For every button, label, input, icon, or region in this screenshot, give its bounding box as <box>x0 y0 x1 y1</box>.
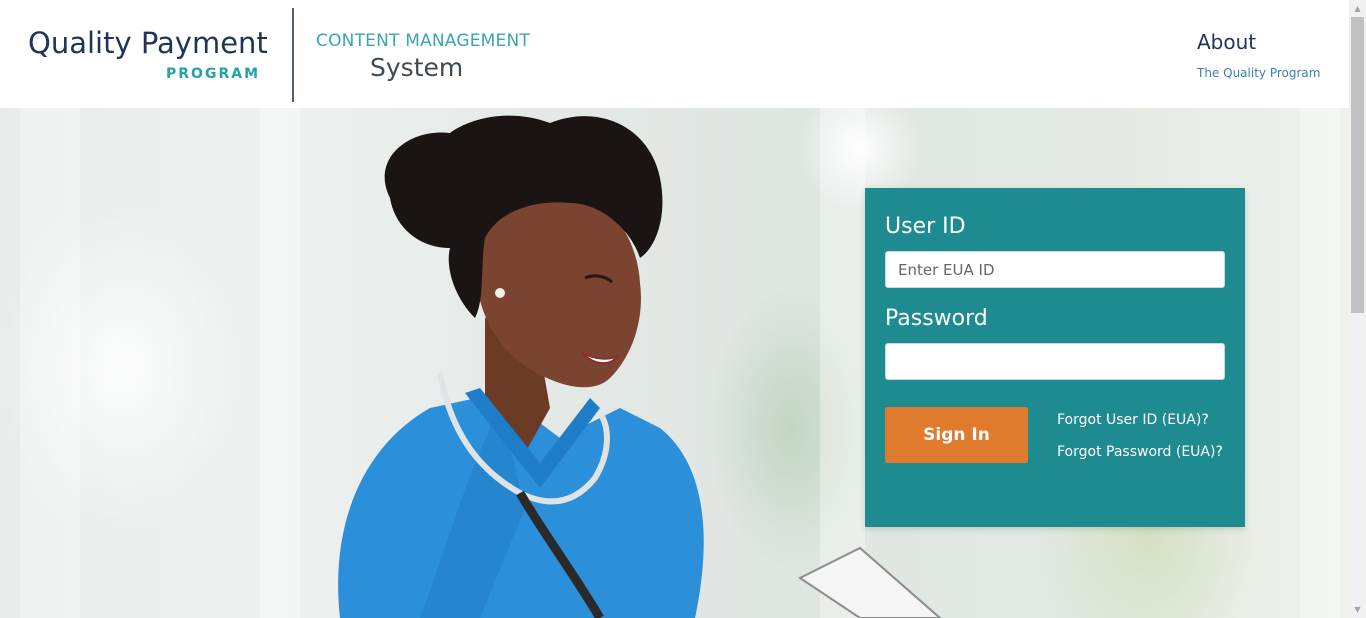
password-label: Password <box>885 306 988 331</box>
login-form: User ID Password Sign In Forgot User ID … <box>865 188 1245 527</box>
logo-line1: Quality Payment <box>28 26 268 60</box>
nurse-photo <box>338 115 942 618</box>
about-nav[interactable]: About The Quality Program <box>1197 30 1320 80</box>
site-header: Quality Payment PROGRAM CONTENT MANAGEME… <box>0 0 1349 108</box>
forgot-user-id-link[interactable]: Forgot User ID (EUA)? <box>1057 412 1209 428</box>
page-scrollbar[interactable]: ▲ ▼ <box>1349 0 1366 618</box>
user-id-label: User ID <box>885 214 966 239</box>
about-link[interactable]: About <box>1197 30 1320 54</box>
background-window-column <box>20 108 80 618</box>
background-window-column <box>1300 108 1340 618</box>
cms-title-line1: CONTENT MANAGEMENT <box>316 31 530 51</box>
password-input[interactable] <box>885 343 1225 380</box>
cms-title: CONTENT MANAGEMENT System <box>316 31 530 82</box>
background-window-column <box>260 108 300 618</box>
forgot-password-link[interactable]: Forgot Password (EUA)? <box>1057 444 1223 460</box>
cms-title-line2: System <box>370 53 464 82</box>
quality-payment-program-logo[interactable]: Quality Payment PROGRAM <box>28 26 268 86</box>
logo-line2: PROGRAM <box>166 66 260 82</box>
about-subtitle-link[interactable]: The Quality Program <box>1197 66 1320 80</box>
scrollbar-thumb[interactable] <box>1351 17 1364 313</box>
scroll-up-arrow-icon[interactable]: ▲ <box>1349 0 1366 17</box>
header-divider <box>292 8 294 102</box>
user-id-input[interactable] <box>885 251 1225 288</box>
sign-in-button[interactable]: Sign In <box>885 407 1028 463</box>
scroll-down-arrow-icon[interactable]: ▼ <box>1349 601 1366 618</box>
